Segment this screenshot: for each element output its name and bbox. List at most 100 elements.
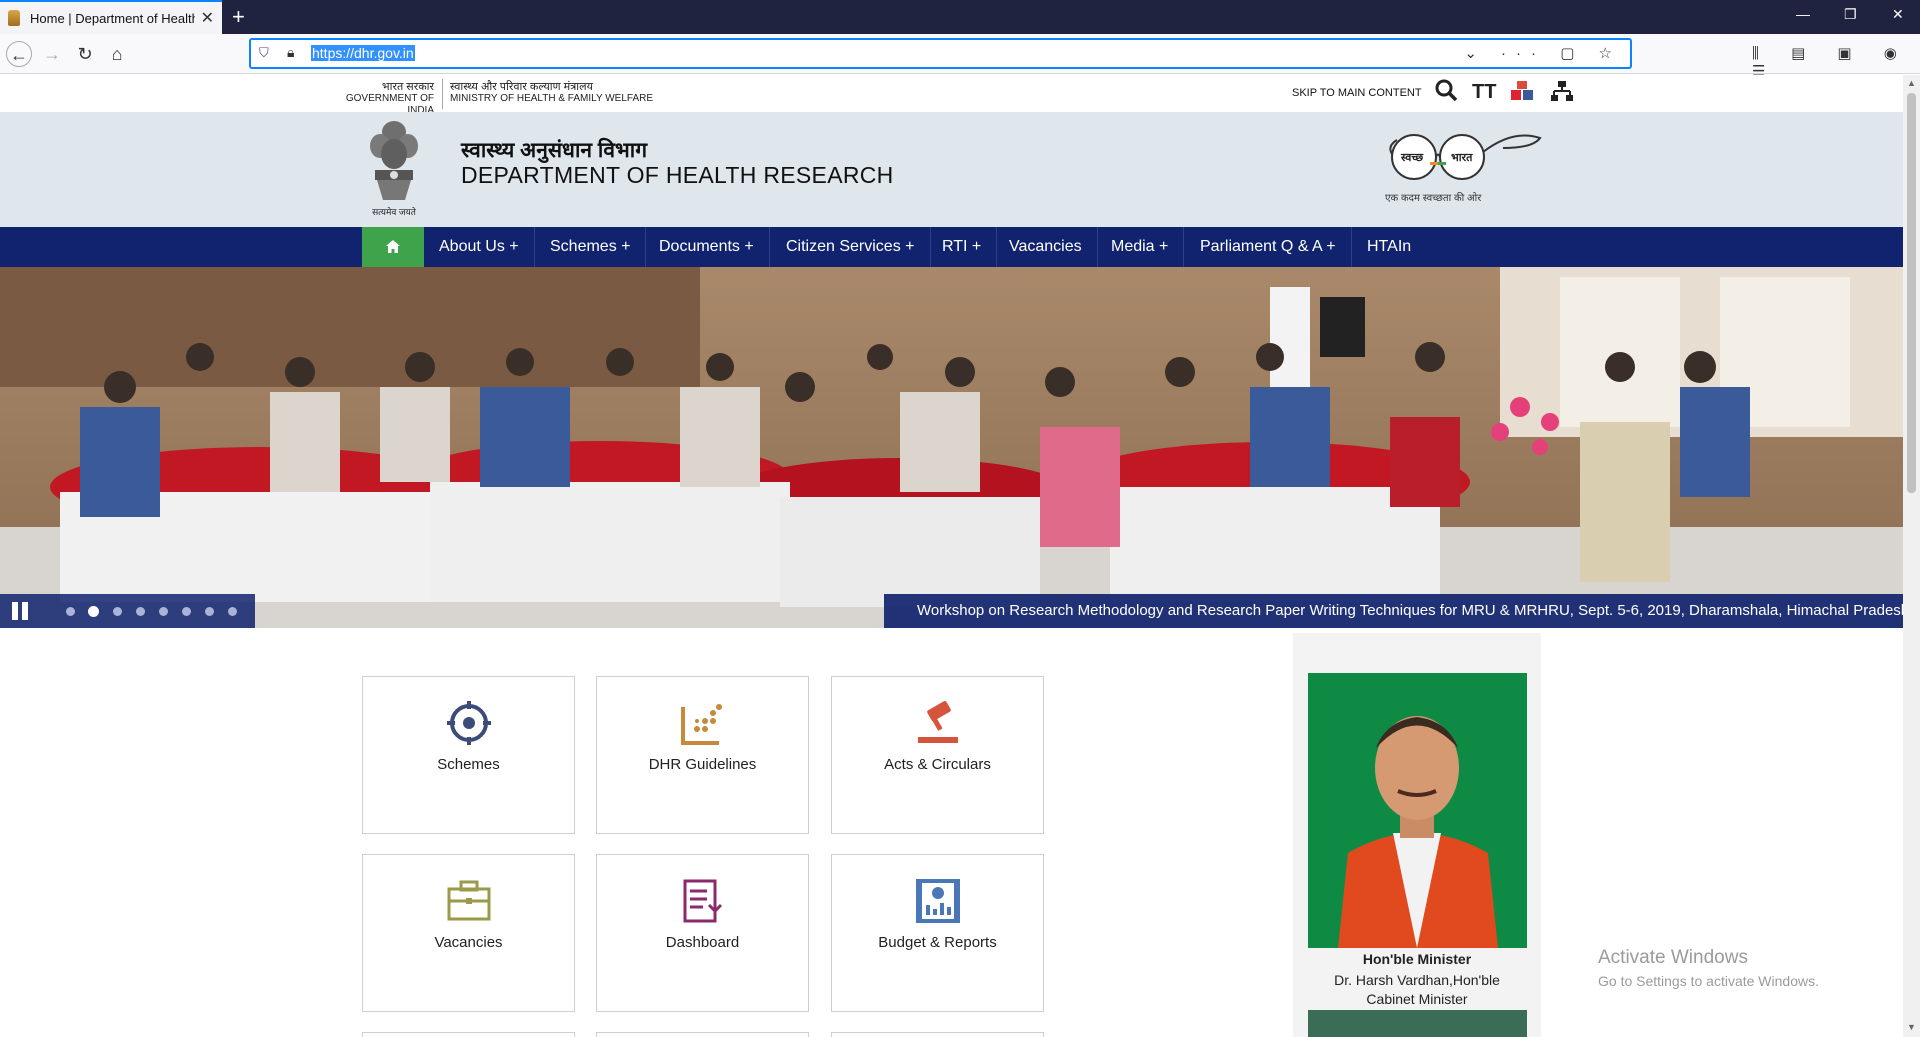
divider (442, 79, 443, 109)
banner-photo[interactable] (0, 267, 1903, 628)
activate-windows-watermark: Activate Windows Go to Settings to activ… (1598, 947, 1819, 989)
swachh-left-text: स्वच्छ (1401, 152, 1424, 164)
emblem-caption: सत्यमेव जयते (372, 207, 416, 217)
search-icon[interactable] (1434, 78, 1458, 108)
back-icon[interactable]: ← (6, 41, 32, 67)
minister-photo[interactable] (1308, 673, 1527, 948)
tile-dhr-guidelines[interactable]: DHR Guidelines (596, 676, 809, 834)
slide-dot-5[interactable] (159, 607, 168, 616)
skip-to-main-link[interactable]: SKIP TO MAIN CONTENT (1292, 87, 1422, 99)
tile-acts-circulars[interactable]: Acts & Circulars (831, 676, 1044, 834)
tile-label: Vacancies (434, 934, 503, 951)
slide-dot-1[interactable] (66, 607, 75, 616)
reload-icon[interactable]: ↻ (72, 41, 98, 67)
shield-icon[interactable]: ⛉ (259, 45, 269, 61)
lock-icon[interactable]: 🔒︎ (287, 44, 294, 61)
minimize-button[interactable]: — (1796, 6, 1810, 22)
swachh-caption: एक कदम स्वच्छता की ओर (1385, 193, 1482, 204)
second-minister-photo[interactable] (1308, 1010, 1527, 1037)
ministry-link[interactable]: स्वास्थ्य और परिवार कल्याण मंत्रालय MINI… (450, 81, 653, 105)
slide-dot-7[interactable] (205, 607, 214, 616)
slide-dot-2[interactable] (88, 606, 99, 617)
slide-dot-3[interactable] (113, 607, 122, 616)
tile-budget-reports[interactable]: Budget & Reports (831, 854, 1044, 1012)
favicon-icon (8, 10, 20, 26)
minister-name: Dr. Harsh Vardhan,Hon'ble (1334, 972, 1500, 988)
scroll-thumb[interactable] (1907, 93, 1916, 493)
tile-label: Dashboard (665, 934, 740, 951)
menu-htain[interactable]: HTAIn (1352, 227, 1426, 267)
tile-partial[interactable] (362, 1032, 575, 1037)
browser-tab[interactable]: Home | Department of Health Research ✕ (0, 0, 222, 34)
slider-controls (0, 594, 255, 628)
menu-home-button[interactable] (362, 227, 424, 267)
scroll-down-icon[interactable]: ▼ (1907, 1022, 1916, 1032)
menu-about-us[interactable]: About Us + (424, 227, 535, 267)
schemes-icon (447, 701, 491, 745)
address-bar-actions[interactable]: ⌄ ··· ▢ ☆ (1464, 44, 1622, 62)
browser-navbar: ← → ↻ ⌂ ⛉ 🔒︎ https://dhr.gov.in ⌄ ··· ▢ … (0, 34, 1920, 80)
menu-schemes[interactable]: Schemes + (535, 227, 647, 267)
activate-subtitle: Go to Settings to activate Windows. (1598, 973, 1819, 989)
guidelines-icon (681, 704, 722, 745)
slide-dot-6[interactable] (182, 607, 191, 616)
main-menu: About Us + Schemes + Documents + Citizen… (0, 227, 1903, 267)
ministry-hindi: स्वास्थ्य और परिवार कल्याण मंत्रालय (450, 81, 593, 93)
page-scrollbar[interactable]: ▲ ▼ (1903, 75, 1920, 1037)
national-emblem[interactable]: सत्यमेव जयते (363, 118, 425, 218)
url-text[interactable]: https://dhr.gov.in (311, 45, 415, 61)
menu-parliament-qa[interactable]: Parliament Q & A + (1185, 227, 1352, 267)
tile-label: Budget & Reports (878, 934, 997, 951)
gavel-icon (918, 701, 958, 743)
minister-description: Dr. Harsh Vardhan,Hon'ble Cabinet Minist… (1293, 971, 1541, 1009)
gov-hindi: भारत सरकार (381, 81, 434, 93)
minister-portrait (1308, 673, 1527, 948)
site-header: सत्यमेव जयते स्वास्थ्य अनुसंधान विभाग DE… (0, 112, 1903, 227)
pause-icon[interactable] (12, 602, 30, 620)
close-tab-icon[interactable]: ✕ (201, 8, 214, 28)
tile-dashboard[interactable]: Dashboard (596, 854, 809, 1012)
banner-caption[interactable]: Workshop on Research Methodology and Res… (884, 594, 1903, 628)
menu-documents[interactable]: Documents + (644, 227, 770, 267)
new-tab-button[interactable]: + (232, 4, 245, 30)
tile-label: Schemes (437, 756, 500, 773)
forward-icon[interactable]: → (39, 41, 65, 67)
home-browser-icon[interactable]: ⌂ (104, 41, 130, 67)
restore-button[interactable]: ❐ (1844, 6, 1857, 23)
report-icon (916, 879, 960, 923)
briefcase-icon (447, 880, 491, 921)
slide-dot-8[interactable] (228, 607, 237, 616)
hero-banner: Workshop on Research Methodology and Res… (0, 267, 1903, 628)
site-top-strip: भारत सरकार GOVERNMENT OF INDIA स्वास्थ्य… (0, 75, 1903, 116)
swachh-bharat-logo[interactable]: स्वच्छ भारत एक कदम स्वच्छता की ओर (1383, 124, 1543, 204)
menu-media[interactable]: Media + (1096, 227, 1185, 267)
tile-label: DHR Guidelines (648, 756, 757, 773)
tab-title: Home | Department of Health Research (30, 10, 195, 26)
menu-vacancies[interactable]: Vacancies (994, 227, 1098, 267)
tile-partial[interactable] (596, 1032, 809, 1037)
minister-role: Cabinet Minister (1366, 991, 1468, 1007)
home-icon (386, 240, 400, 253)
window-close-button[interactable]: ✕ (1892, 6, 1904, 23)
sitemap-icon[interactable] (1550, 79, 1574, 109)
scroll-up-icon[interactable]: ▲ (1907, 78, 1916, 88)
menu-rti[interactable]: RTI + (927, 227, 998, 267)
tile-schemes[interactable]: Schemes (362, 676, 575, 834)
ministry-english: MINISTRY OF HEALTH & FAMILY WELFARE (450, 93, 654, 104)
social-icon[interactable] (1510, 79, 1536, 109)
minister-title: Hon'ble Minister (1362, 951, 1472, 967)
text-size-icon[interactable]: TT (1472, 81, 1496, 104)
slide-dot-4[interactable] (136, 607, 145, 616)
tile-vacancies[interactable]: Vacancies (362, 854, 575, 1012)
menu-citizen-services[interactable]: Citizen Services + (771, 227, 931, 267)
emblem-icon (370, 121, 418, 200)
department-title-english[interactable]: DEPARTMENT OF HEALTH RESEARCH (461, 162, 894, 189)
tile-label: Acts & Circulars (884, 756, 991, 773)
tile-partial[interactable] (831, 1032, 1044, 1037)
swachh-right-text: भारत (1451, 152, 1473, 164)
address-bar[interactable]: ⛉ 🔒︎ https://dhr.gov.in ⌄ ··· ▢ ☆ (250, 39, 1631, 68)
browser-tabstrip: Home | Department of Health Research ✕ +… (0, 0, 1920, 34)
department-title-hindi[interactable]: स्वास्थ्य अनुसंधान विभाग (461, 136, 647, 164)
dashboard-icon (683, 879, 723, 923)
activate-title: Activate Windows (1598, 947, 1748, 968)
